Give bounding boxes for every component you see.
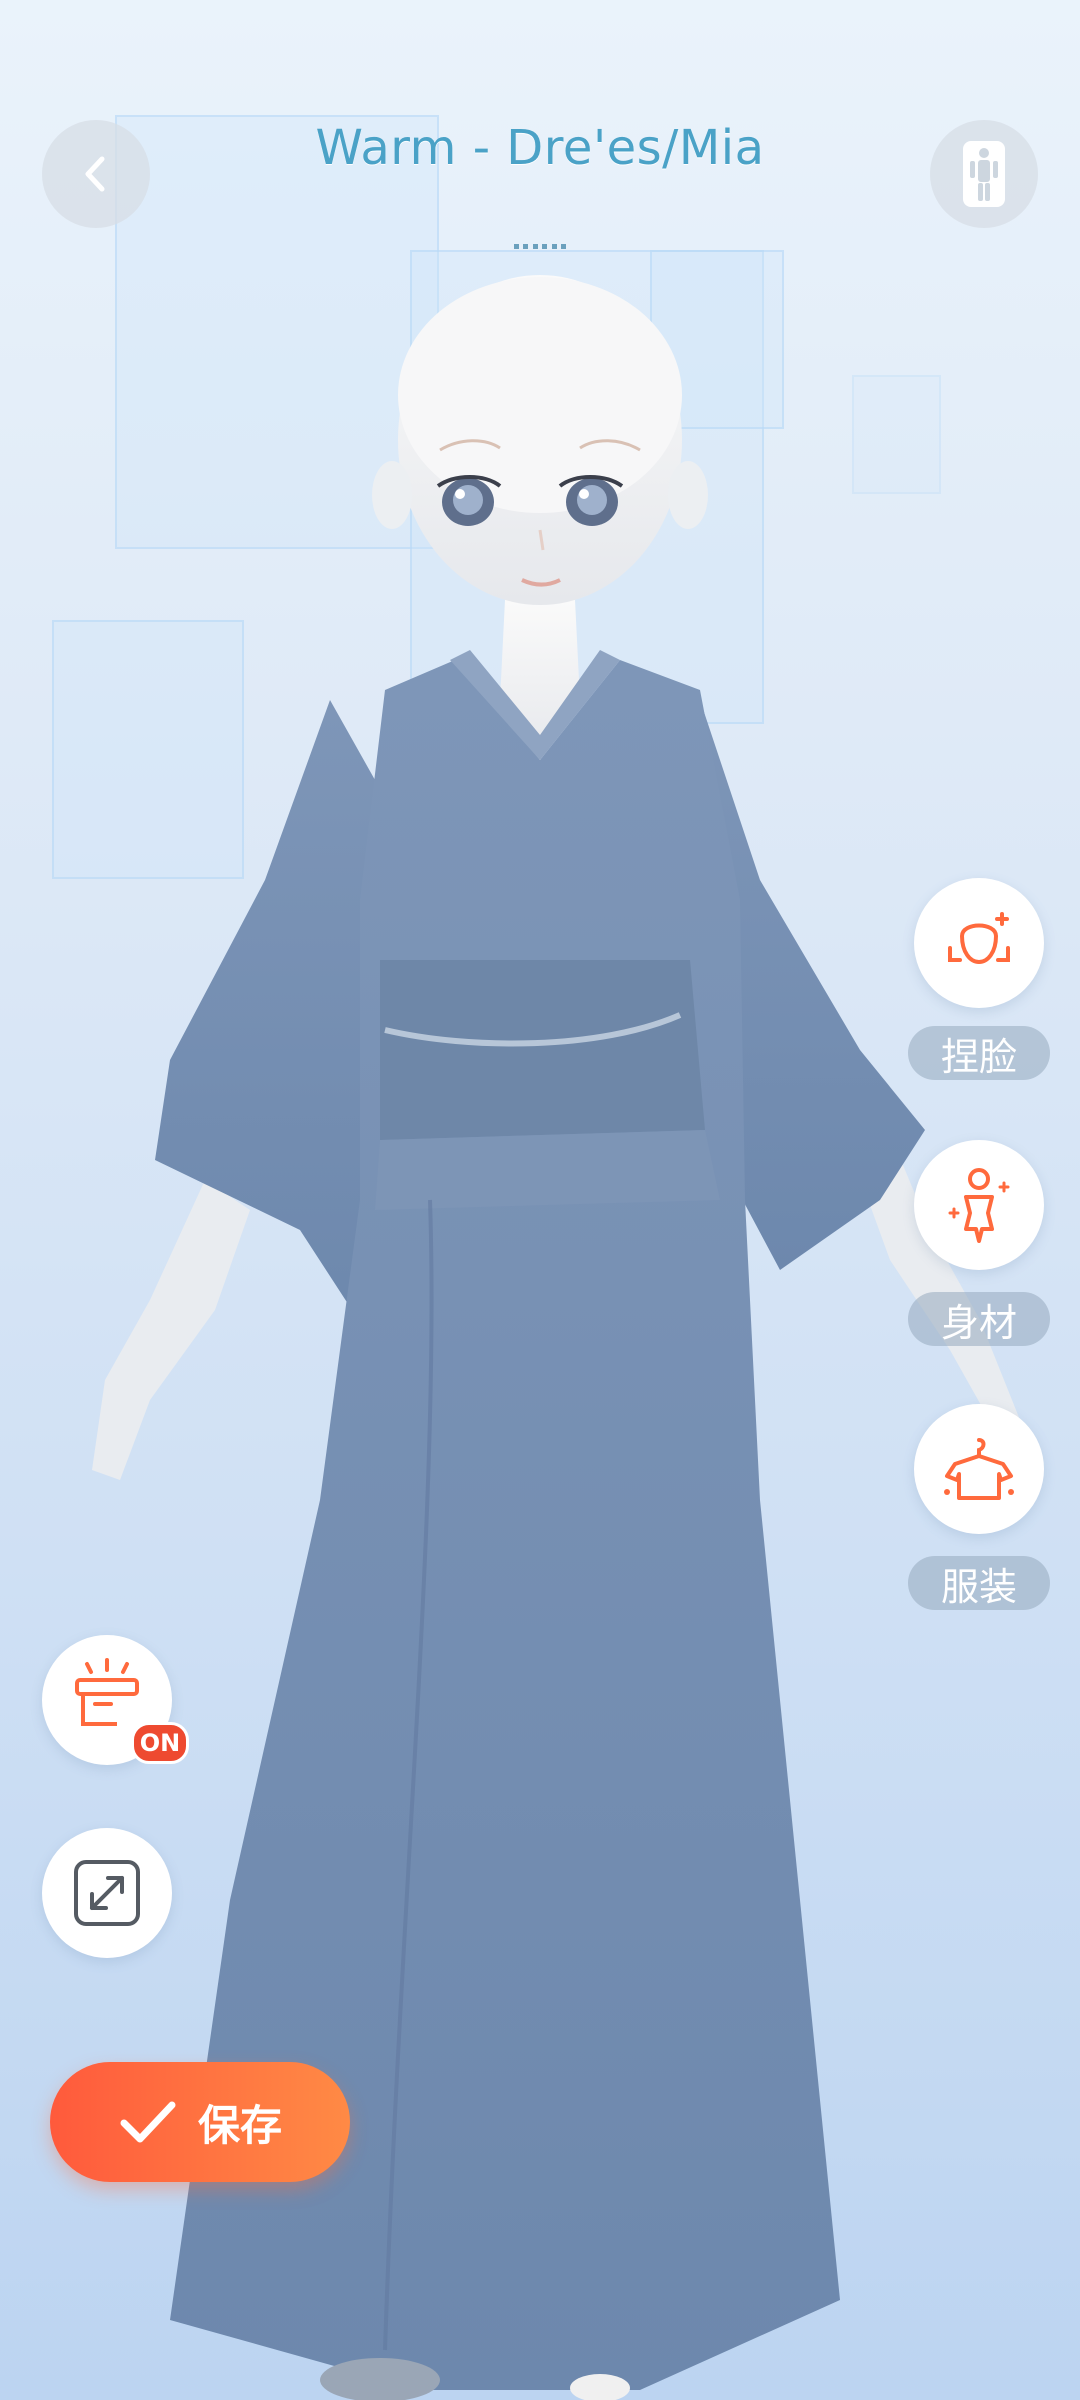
background-decor: [852, 375, 941, 494]
stage-light-toggle[interactable]: ON: [42, 1635, 189, 1765]
outfit-button[interactable]: [914, 1404, 1044, 1534]
background-decor: [650, 250, 784, 429]
page-indicator: [514, 244, 566, 250]
back-button[interactable]: [42, 120, 150, 228]
body-shape-button[interactable]: [914, 1140, 1044, 1270]
light-on-badge: ON: [131, 1722, 189, 1764]
page-title: Warm - Dre'es/Mia: [315, 120, 765, 176]
standing-figure-icon: [963, 141, 1005, 207]
face-sculpt-label: 捏脸: [908, 1026, 1050, 1080]
save-button-label: 保存: [197, 2100, 282, 2150]
save-button[interactable]: 保存: [50, 2062, 350, 2182]
check-icon: [120, 2101, 176, 2143]
face-sculpt-button[interactable]: [914, 878, 1044, 1008]
expand-arrows-icon: [74, 1860, 140, 1926]
outfit-label: 服装: [908, 1556, 1050, 1610]
pose-button[interactable]: [930, 120, 1038, 228]
face-sculpt-icon: [948, 912, 1010, 965]
body-shape-label: 身材: [908, 1292, 1050, 1346]
hanger-shirt-icon: [944, 1438, 1014, 1500]
expand-view-button[interactable]: [42, 1828, 172, 1958]
background-decor: [115, 115, 439, 549]
body-shape-icon: [948, 1168, 1010, 1243]
background-decor: [52, 620, 244, 879]
chevron-left-icon: [85, 156, 105, 192]
